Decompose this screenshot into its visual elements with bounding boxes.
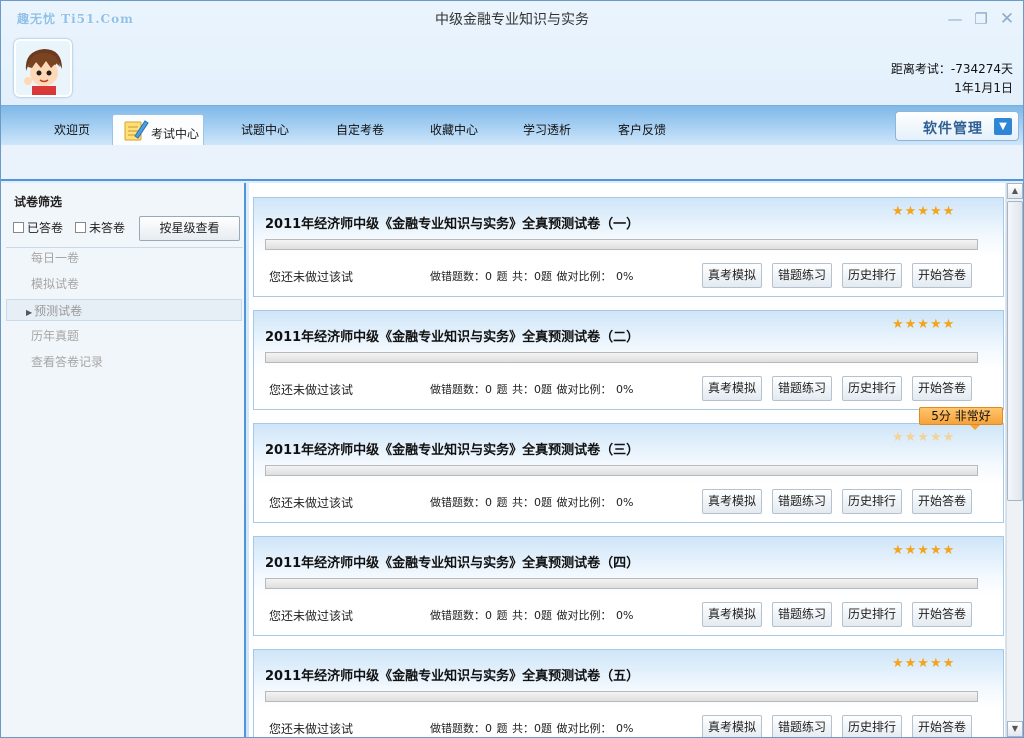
chevron-down-icon: ▼	[994, 118, 1012, 135]
paper-list: 2011年经济师中级《金融专业知识与实务》全真预测试卷（一） ★★★★★ 您还未…	[249, 183, 1005, 737]
triangle-right-icon: ▶	[26, 308, 33, 317]
paper-title: 2011年经济师中级《金融专业知识与实务》全真预测试卷（五）	[265, 669, 640, 684]
real-exam-sim-button[interactable]: 真考模拟	[702, 489, 762, 514]
scrollbar[interactable]: ▲ ▼	[1006, 183, 1023, 737]
paper-title: 2011年经济师中级《金融专业知识与实务》全真预测试卷（一）	[265, 217, 640, 232]
paper-status: 您还未做过该试	[269, 496, 354, 510]
progress-bar	[265, 352, 978, 363]
rating-tooltip: 5分 非常好	[919, 407, 1003, 430]
star-rating[interactable]: ★★★★★	[892, 430, 955, 445]
wrong-practice-button[interactable]: 错题练习	[772, 489, 832, 514]
paper-status: 您还未做过该试	[269, 609, 354, 623]
progress-bar	[265, 691, 978, 702]
history-rank-button[interactable]: 历史排行	[842, 602, 902, 627]
wrong-practice-button[interactable]: 错题练习	[772, 602, 832, 627]
paper-title: 2011年经济师中级《金融专业知识与实务》全真预测试卷（四）	[265, 556, 640, 571]
checkbox-icon	[13, 222, 24, 233]
paper-stats: 做错题数：0 题 共：0题 做对比例： 0%	[430, 383, 634, 396]
start-answer-button[interactable]: 开始答卷	[912, 489, 972, 514]
header: 距离考试：-734274天 1年1月1日	[1, 35, 1023, 105]
history-rank-button[interactable]: 历史排行	[842, 376, 902, 401]
sidebar-title: 试卷筛选	[14, 195, 63, 209]
paper-stats: 做错题数：0 题 共：0题 做对比例： 0%	[430, 496, 634, 509]
sidebar: 试卷筛选 已答卷 未答卷 按星级查看 每日一卷 模拟试卷 ▶ 预测试卷 历年真题 …	[1, 183, 246, 737]
countdown-text: 距离考试：-734274天	[890, 62, 1013, 76]
paper-status: 您还未做过该试	[269, 383, 354, 397]
avatar	[14, 39, 72, 97]
wrong-practice-button[interactable]: 错题练习	[772, 715, 832, 737]
start-answer-button[interactable]: 开始答卷	[912, 263, 972, 288]
paper-title: 2011年经济师中级《金融专业知识与实务》全真预测试卷（三）	[265, 443, 640, 458]
tab-question-center[interactable]: 试题中心	[241, 121, 289, 138]
sidebar-item-daily[interactable]: 每日一卷	[6, 247, 242, 269]
filter-unanswered-label: 未答卷	[89, 221, 126, 235]
sidebar-item-mock[interactable]: 模拟试卷	[6, 273, 242, 295]
star-rating[interactable]: ★★★★★	[892, 204, 955, 219]
progress-bar	[265, 465, 978, 476]
paper-card: 2011年经济师中级《金融专业知识与实务》全真预测试卷（一） ★★★★★ 您还未…	[253, 197, 1004, 297]
real-exam-sim-button[interactable]: 真考模拟	[702, 376, 762, 401]
tab-study-analysis[interactable]: 学习透析	[523, 121, 571, 138]
tab-custom-paper[interactable]: 自定考卷	[336, 121, 384, 138]
real-exam-sim-button[interactable]: 真考模拟	[702, 263, 762, 288]
paper-title: 2011年经济师中级《金融专业知识与实务》全真预测试卷（二）	[265, 330, 640, 345]
start-answer-button[interactable]: 开始答卷	[912, 376, 972, 401]
nav-bar: 欢迎页 考试中心 试题中心 自定考卷 收藏中心 学习透析 客户反馈 软件管理 ▼	[1, 105, 1023, 146]
scroll-thumb[interactable]	[1007, 201, 1023, 501]
wrong-practice-button[interactable]: 错题练习	[772, 263, 832, 288]
history-rank-button[interactable]: 历史排行	[842, 489, 902, 514]
title-bar: 趣无忧 Ti51.Com 中级金融专业知识与实务 — ❐ ✕	[1, 1, 1023, 35]
maximize-icon[interactable]: ❐	[973, 11, 989, 27]
paper-stats: 做错题数：0 题 共：0题 做对比例： 0%	[430, 609, 634, 622]
star-rating[interactable]: ★★★★★	[892, 543, 955, 558]
filter-unanswered-checkbox[interactable]: 未答卷	[75, 219, 125, 236]
tab-exam-center-label: 考试中心	[151, 127, 200, 141]
view-by-star-button[interactable]: 按星级查看	[139, 216, 240, 241]
sidebar-item-past-exams[interactable]: 历年真题	[6, 325, 242, 347]
checkbox-icon	[75, 222, 86, 233]
app-window: 趣无忧 Ti51.Com 中级金融专业知识与实务 — ❐ ✕ 距离考试：-734…	[0, 0, 1024, 738]
scroll-up-icon[interactable]: ▲	[1007, 183, 1023, 199]
sidebar-item-records[interactable]: 查看答卷记录	[6, 351, 242, 373]
tab-exam-center[interactable]: 考试中心	[112, 114, 204, 146]
tab-favorites[interactable]: 收藏中心	[430, 121, 478, 138]
paper-card: 2011年经济师中级《金融专业知识与实务》全真预测试卷（四） ★★★★★ 您还未…	[253, 536, 1004, 636]
paper-card: 2011年经济师中级《金融专业知识与实务》全真预测试卷（五） ★★★★★ 您还未…	[253, 649, 1004, 737]
filter-answered-label: 已答卷	[27, 221, 64, 235]
close-icon[interactable]: ✕	[999, 11, 1015, 28]
wrong-practice-button[interactable]: 错题练习	[772, 376, 832, 401]
exam-countdown: 距离考试：-734274天 1年1月1日	[891, 60, 1013, 98]
filter-answered-checkbox[interactable]: 已答卷	[13, 219, 63, 236]
paper-card: 2011年经济师中级《金融专业知识与实务》全真预测试卷（二） ★★★★★ 您还未…	[253, 310, 1004, 410]
toolbar-strip	[1, 145, 1023, 181]
history-rank-button[interactable]: 历史排行	[842, 715, 902, 737]
start-answer-button[interactable]: 开始答卷	[912, 715, 972, 737]
history-rank-button[interactable]: 历史排行	[842, 263, 902, 288]
paper-stats: 做错题数：0 题 共：0题 做对比例： 0%	[430, 722, 634, 735]
notepad-pencil-icon	[124, 120, 149, 141]
scroll-down-icon[interactable]: ▼	[1007, 721, 1023, 737]
tab-feedback[interactable]: 客户反馈	[618, 121, 666, 138]
progress-bar	[265, 239, 978, 250]
paper-stats: 做错题数：0 题 共：0题 做对比例： 0%	[430, 270, 634, 283]
window-title: 中级金融专业知识与实务	[435, 12, 589, 28]
star-rating[interactable]: ★★★★★	[892, 656, 955, 671]
paper-status: 您还未做过该试	[269, 722, 354, 736]
paper-card: 2011年经济师中级《金融专业知识与实务》全真预测试卷（三） ★★★★★ 您还未…	[253, 423, 1004, 523]
sidebar-item-label: 预测试卷	[34, 304, 83, 318]
paper-status: 您还未做过该试	[269, 270, 354, 284]
real-exam-sim-button[interactable]: 真考模拟	[702, 602, 762, 627]
software-manage-button[interactable]: 软件管理 ▼	[895, 111, 1019, 141]
exam-date: 1年1月1日	[954, 81, 1013, 95]
minimize-icon[interactable]: —	[947, 11, 963, 27]
software-manage-label: 软件管理	[923, 121, 983, 137]
start-answer-button[interactable]: 开始答卷	[912, 602, 972, 627]
progress-bar	[265, 578, 978, 589]
star-rating[interactable]: ★★★★★	[892, 317, 955, 332]
sidebar-item-predict[interactable]: ▶ 预测试卷	[6, 299, 242, 321]
tab-welcome[interactable]: 欢迎页	[54, 121, 90, 138]
real-exam-sim-button[interactable]: 真考模拟	[702, 715, 762, 737]
